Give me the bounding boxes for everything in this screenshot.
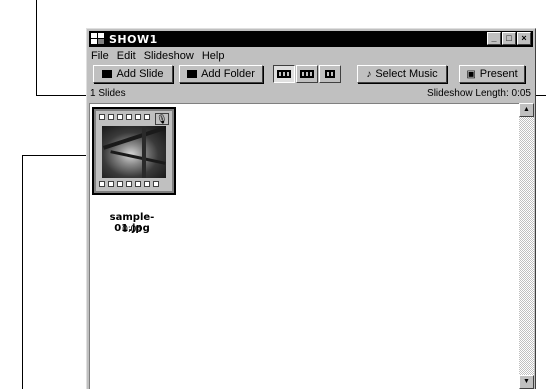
slide-duration: 0:05 — [122, 224, 142, 235]
close-button[interactable]: × — [517, 32, 531, 45]
thumbnails-icon — [300, 70, 314, 78]
slide-image — [102, 126, 166, 178]
callout-line-top-horizontal — [36, 95, 90, 96]
menu-edit[interactable]: Edit — [117, 50, 136, 62]
list-icon — [325, 70, 335, 78]
present-button[interactable]: ▣ Present — [459, 65, 525, 83]
toolbar: Add Slide Add Folder ♪ Select Music ▣ Pr… — [89, 64, 533, 84]
filmstrip-icon — [277, 70, 291, 78]
menu-slideshow[interactable]: Slideshow — [144, 50, 194, 62]
slide-thumbnail[interactable]: 🎙 — [92, 107, 176, 195]
view-filmstrip-button[interactable] — [273, 65, 295, 83]
maximize-button[interactable]: □ — [502, 32, 516, 45]
menu-bar: File Edit Slideshow Help — [89, 48, 533, 64]
status-row: 1 Slides Slideshow Length: 0:05 — [89, 87, 533, 101]
callout-line-mid-horizontal — [22, 155, 92, 156]
callout-line-mid-vertical — [22, 155, 23, 389]
menu-help[interactable]: Help — [202, 50, 225, 62]
music-icon: ♪ — [366, 68, 372, 80]
scroll-up-button[interactable]: ▲ — [519, 103, 534, 117]
app-icon — [91, 33, 105, 45]
bottom-sprockets — [99, 181, 169, 188]
view-list-button[interactable] — [319, 65, 341, 83]
app-window: SHOW1 _ □ × File Edit Slideshow Help Add… — [86, 28, 536, 389]
window-title: SHOW1 — [109, 32, 158, 46]
present-icon: ▣ — [466, 68, 476, 80]
add-slide-label: Add Slide — [116, 68, 164, 80]
slideshow-length: Slideshow Length: 0:05 — [427, 88, 531, 99]
slide-area[interactable]: 🎙 sample-01.jpg 0:05 — [89, 103, 519, 389]
view-thumbnails-button[interactable] — [296, 65, 318, 83]
microphone-icon[interactable]: 🎙 — [155, 113, 169, 125]
select-music-button[interactable]: ♪ Select Music — [357, 65, 447, 83]
add-folder-label: Add Folder — [201, 68, 255, 80]
add-folder-button[interactable]: Add Folder — [179, 65, 263, 83]
add-slide-button[interactable]: Add Slide — [93, 65, 173, 83]
slide-icon — [102, 70, 113, 78]
title-bar[interactable]: SHOW1 _ □ × — [89, 31, 533, 47]
minimize-button[interactable]: _ — [487, 32, 501, 45]
present-label: Present — [479, 68, 518, 80]
select-music-label: Select Music — [375, 68, 438, 80]
scroll-down-button[interactable]: ▼ — [519, 375, 534, 389]
menu-file[interactable]: File — [91, 50, 109, 62]
callout-line-top-vertical — [36, 0, 37, 95]
folder-icon — [187, 70, 198, 78]
slides-count: 1 Slides — [90, 88, 126, 99]
vertical-scrollbar[interactable]: ▲ ▼ — [519, 103, 534, 389]
